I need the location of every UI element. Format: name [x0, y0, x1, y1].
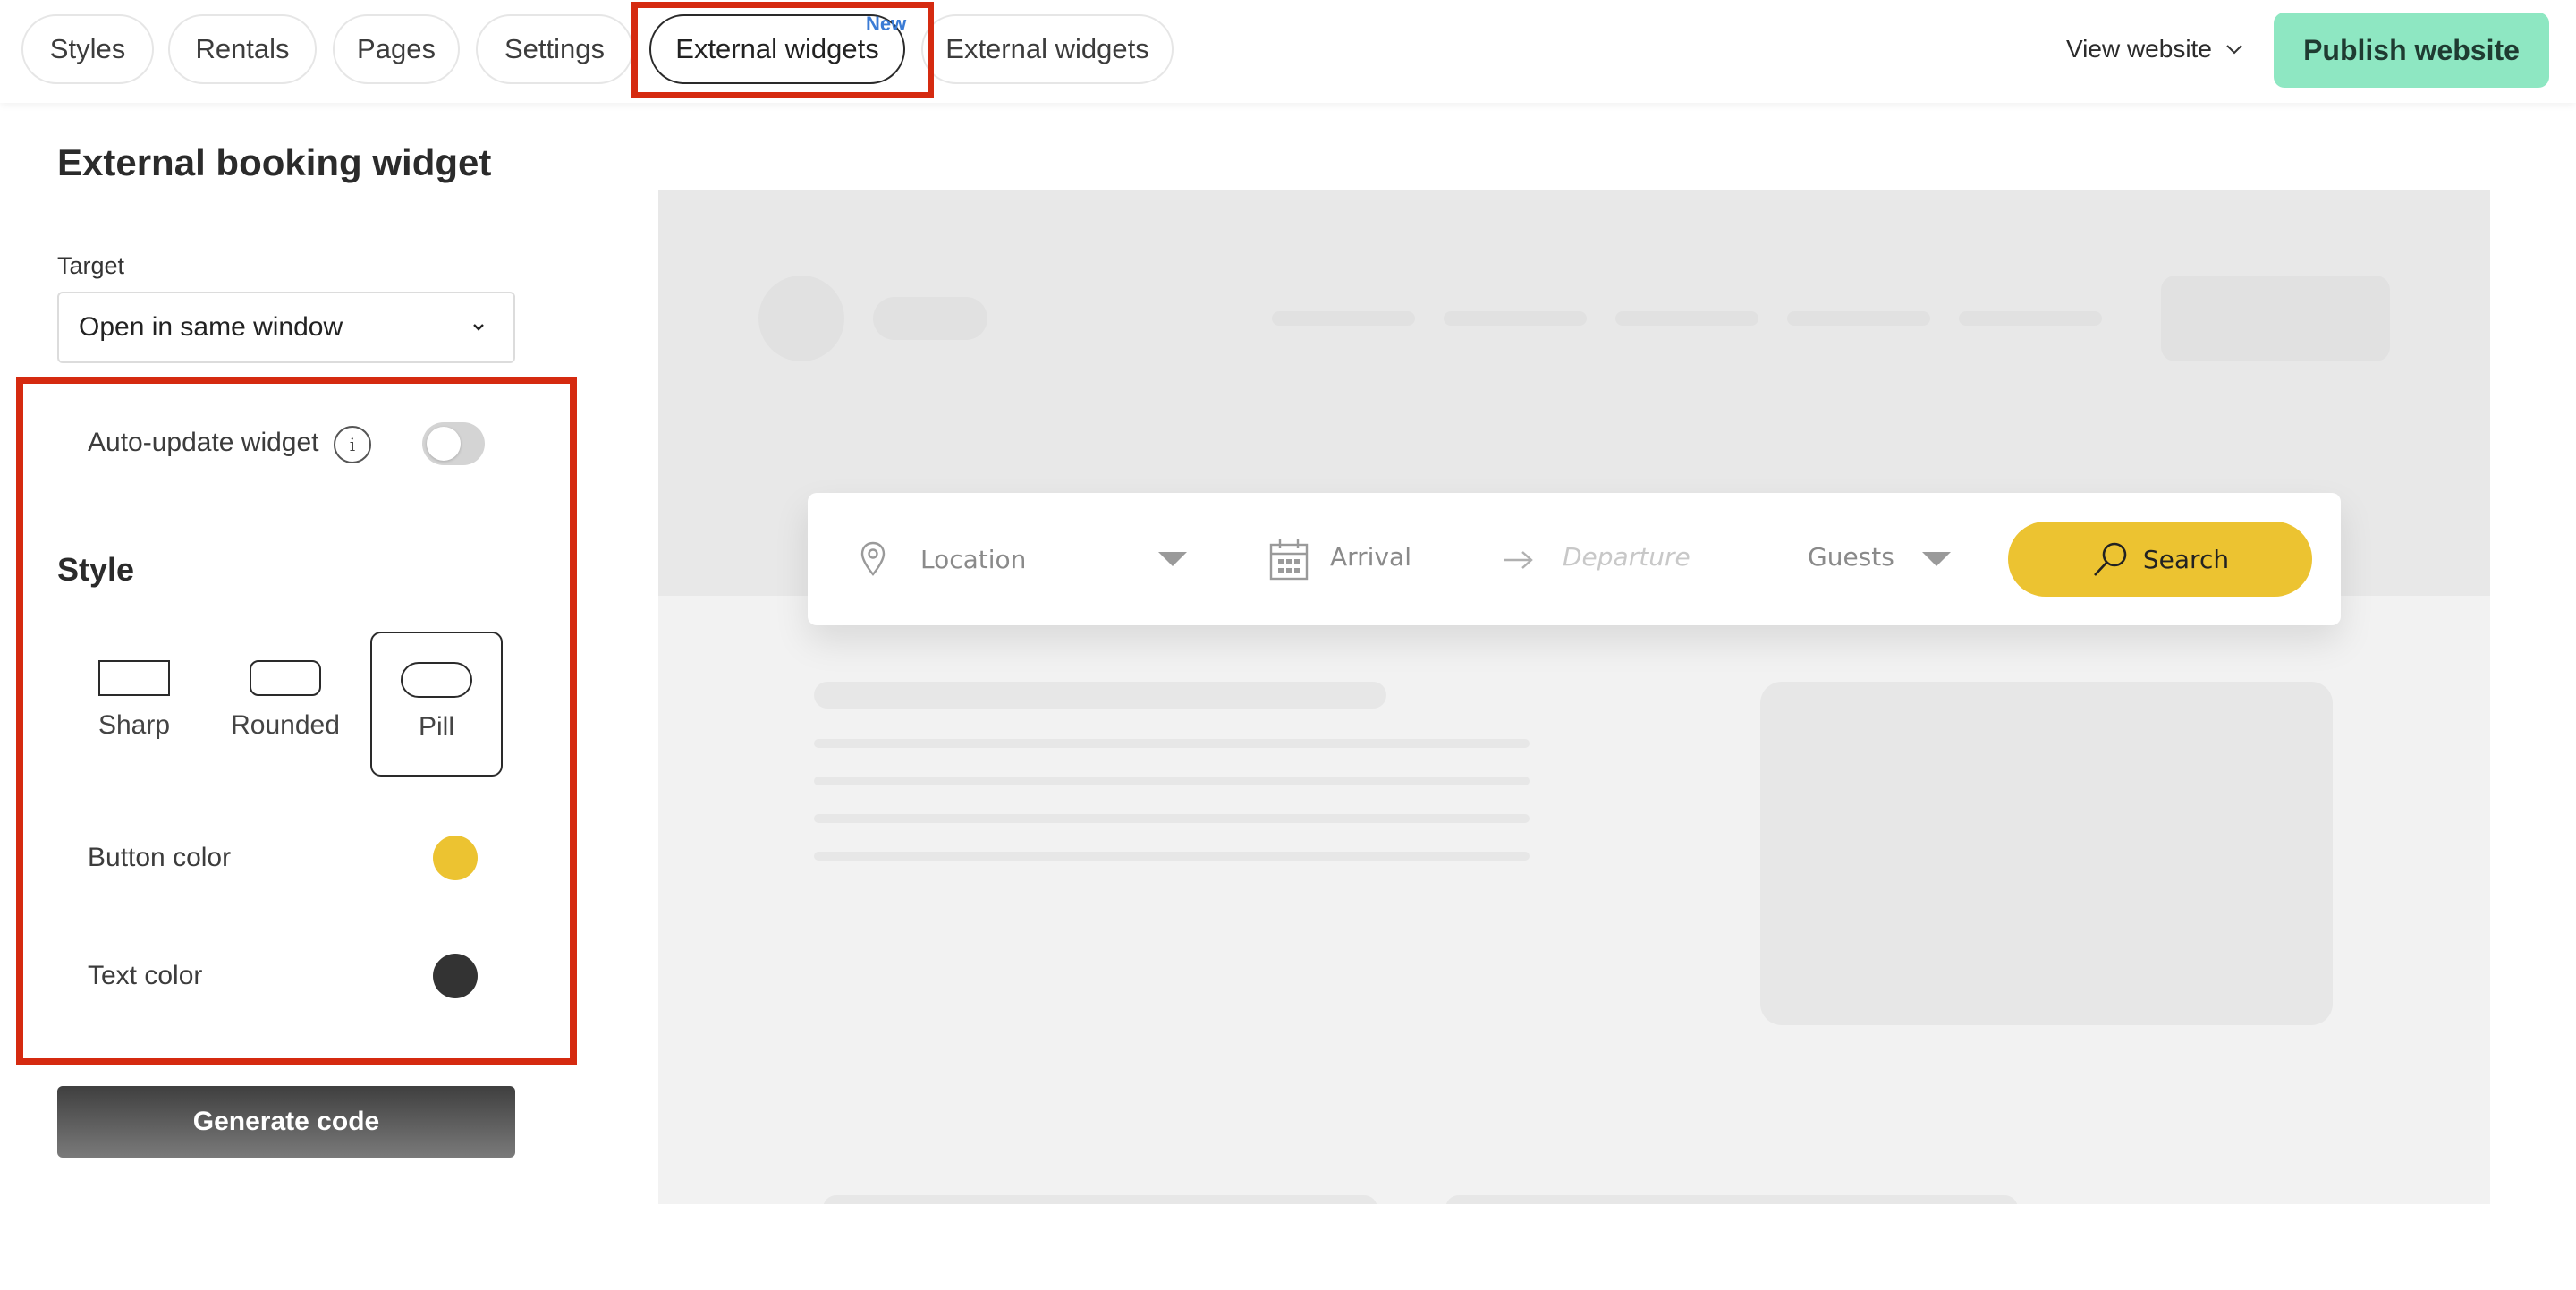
placeholder-footer-block: [1445, 1195, 2018, 1204]
arrival-input[interactable]: Arrival: [1330, 542, 1411, 572]
top-navigation-bar: Styles Rentals Pages Settings External w…: [0, 0, 2576, 103]
placeholder-nav-link: [1787, 311, 1930, 326]
view-website-label: View website: [2066, 35, 2212, 63]
style-heading: Style: [57, 551, 135, 588]
placeholder-text-line: [814, 777, 1530, 785]
chevron-down-icon: [2226, 45, 2242, 55]
auto-update-label: Auto-update widget: [88, 428, 319, 457]
widget-search-button[interactable]: Search: [2008, 522, 2312, 597]
placeholder-heading: [814, 682, 1386, 709]
style-option-label: Sharp: [97, 710, 171, 740]
pill-shape-icon: [401, 662, 472, 698]
search-label: Search: [2142, 544, 2230, 574]
caret-down-icon[interactable]: [1922, 552, 1951, 566]
generate-code-button[interactable]: Generate code: [57, 1086, 515, 1158]
location-pin-icon: [860, 541, 886, 576]
departure-input[interactable]: Departure: [1563, 542, 1690, 572]
panel-title: External booking widget: [57, 141, 492, 183]
view-website-dropdown[interactable]: View website: [2066, 27, 2244, 72]
placeholder-brand: [873, 297, 987, 340]
text-color-swatch[interactable]: [433, 954, 478, 998]
tab-styles[interactable]: Styles: [21, 14, 154, 84]
caret-down-icon[interactable]: [1158, 552, 1187, 566]
style-option-label: Rounded: [231, 710, 340, 740]
arrow-right-icon: [1504, 551, 1533, 569]
placeholder-text-line: [814, 814, 1530, 823]
chevron-down-icon: [473, 324, 484, 331]
search-icon: [2093, 542, 2127, 576]
placeholder-nav-link: [1615, 311, 1758, 326]
placeholder-footer-block: [823, 1195, 1377, 1204]
tab-external-widgets[interactable]: External widgets: [921, 14, 1174, 84]
style-option-rounded[interactable]: Rounded: [219, 632, 352, 777]
website-preview: [658, 190, 2490, 1204]
booking-widget-preview: Location Arrival Departure Guests Search: [808, 493, 2341, 625]
placeholder-logo: [758, 276, 844, 361]
guests-select[interactable]: Guests: [1808, 542, 1894, 572]
auto-update-toggle[interactable]: [422, 422, 485, 465]
style-option-label: Pill: [418, 712, 454, 742]
style-option-pill[interactable]: Pill: [370, 632, 503, 777]
sharp-shape-icon: [98, 660, 170, 696]
placeholder-text-line: [814, 852, 1530, 861]
new-badge: New: [866, 13, 907, 35]
placeholder-nav-link: [1444, 311, 1587, 326]
style-option-sharp[interactable]: Sharp: [68, 632, 200, 777]
location-input[interactable]: Location: [920, 545, 1026, 574]
button-color-label: Button color: [88, 843, 232, 872]
toggle-knob: [427, 427, 461, 461]
tab-settings[interactable]: Settings: [476, 14, 633, 84]
text-color-label: Text color: [88, 961, 203, 990]
button-color-swatch[interactable]: [433, 836, 478, 880]
info-icon[interactable]: i: [334, 426, 371, 463]
target-select-value: Open in same window: [79, 312, 343, 342]
calendar-icon: [1269, 539, 1309, 581]
rounded-shape-icon: [250, 660, 321, 696]
placeholder-nav-link: [1959, 311, 2102, 326]
tab-pages[interactable]: Pages: [333, 14, 460, 84]
target-select[interactable]: Open in same window: [57, 292, 515, 363]
placeholder-image: [1760, 682, 2333, 1025]
placeholder-cta: [2161, 276, 2390, 361]
publish-website-button[interactable]: Publish website: [2274, 13, 2549, 88]
placeholder-nav-link: [1272, 311, 1415, 326]
tab-rentals[interactable]: Rentals: [168, 14, 317, 84]
target-label: Target: [57, 252, 125, 279]
placeholder-text-line: [814, 739, 1530, 748]
